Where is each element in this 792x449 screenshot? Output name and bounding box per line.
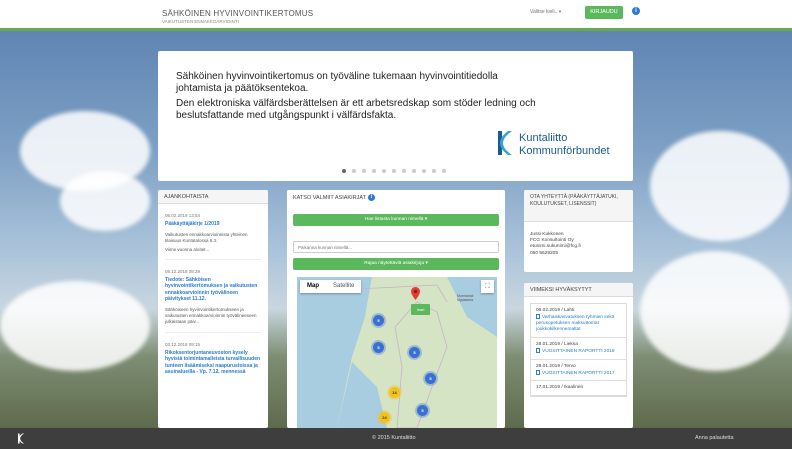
carousel-dot[interactable] — [402, 169, 406, 173]
approved-heading: VIIMEKSI HYVÄKSYTYT — [524, 283, 633, 297]
carousel-dot[interactable] — [422, 169, 426, 173]
approved-document-title: VUOSITTAINEN RAPORTTI 2018 — [542, 348, 615, 354]
satellite-tab[interactable]: Satellite — [326, 280, 361, 293]
news-divider — [165, 258, 261, 260]
news-divider — [165, 331, 261, 333]
map-cluster[interactable]: 5 — [417, 405, 428, 416]
site-subtitle: VAIKUTUSTEN ENNAKKOARVIOINTI — [162, 19, 239, 24]
carousel-indicators — [342, 169, 446, 173]
news-title-link[interactable]: Tiedote: Sähköisen hyvinvointikertomukse… — [165, 277, 261, 303]
login-button[interactable]: KIRJAUDU — [585, 6, 623, 19]
footer: © 2015 Kuntaliitto Anna palautetta — [0, 428, 792, 449]
news-heading: AJANKOHTAISTA — [158, 190, 268, 204]
info-icon[interactable]: i — [632, 7, 640, 15]
carousel-text-finnish: Sähköinen hyvinvointikertomus on työväli… — [176, 71, 498, 94]
news-item: 03.12.2018 09:15 Rikoksentorjuntaneuvost… — [158, 342, 268, 376]
map-cluster[interactable]: 5 — [409, 347, 420, 358]
reports-panel: KATSO VALMIIT ASIAKIRJAT i Hae listasta k… — [287, 190, 505, 428]
carousel-dot[interactable] — [412, 169, 416, 173]
approved-document-title: VUOSITTAINEN RAPORTTI 2017 — [542, 370, 615, 376]
map-cluster[interactable]: 5 — [373, 315, 384, 326]
municipality-map[interactable]: Map Satellite ⛶ Murmansk Мурманск Inari … — [297, 277, 497, 428]
kuntaliitto-logo-icon — [498, 131, 512, 155]
news-item: 05.12.2018 08:29 Tiedote: Sähköisen hyvi… — [158, 269, 268, 333]
reports-heading: KATSO VALMIIT ASIAKIRJAT i — [287, 190, 505, 204]
news-body: Sähköiseen hyvinvointikertomukseen ja va… — [165, 306, 257, 324]
news-title-link[interactable]: Rikoksentorjuntaneuvoston kysely hyvistä… — [165, 350, 261, 376]
carousel-dot[interactable] — [442, 169, 446, 173]
logo-text-sv: Kommunförbundet — [519, 145, 610, 157]
map-cluster[interactable]: 14 — [389, 387, 400, 398]
carousel-dot[interactable] — [382, 169, 386, 173]
map-cluster[interactable]: 5 — [373, 342, 384, 353]
carousel-dot[interactable] — [362, 169, 366, 173]
municipality-search-input[interactable] — [293, 241, 499, 253]
recently-approved-panel: VIIMEKSI HYVÄKSYTYT 06.02.2019 / Lahti V… — [524, 283, 633, 428]
news-excerpt: Viime vuonna aloitet... — [165, 246, 210, 252]
carousel-dot[interactable] — [352, 169, 356, 173]
contact-heading: OTA YHTEYTTÄ (PÄÄKÄYTTÄJATUKI, KOULUTUKS… — [524, 190, 633, 222]
news-date: 05.12.2018 08:29 — [165, 268, 201, 274]
news-body: Vaikutusten ennakkoarvioinnista yhteinen… — [165, 231, 248, 243]
document-icon — [536, 314, 540, 319]
info-icon[interactable]: i — [367, 194, 375, 201]
site-title[interactable]: SÄHKÖINEN HYVINVOINTIKERTOMUS — [162, 9, 313, 18]
news-date: 06.02.2019 13:54 — [165, 213, 201, 218]
footer-copyright: © 2015 Kuntaliitto — [372, 435, 416, 441]
search-by-name-button[interactable]: Hae listasta kunnan nimellä ▾ — [293, 214, 499, 226]
contact-phone: 050 5629205 — [530, 250, 559, 256]
list-item: 17.01.2019 / Ikaalinen — [531, 381, 626, 397]
top-navbar: SÄHKÖINEN HYVINVOINTIKERTOMUS VAIKUTUSTE… — [0, 0, 792, 31]
document-icon — [536, 347, 540, 353]
filter-documents-button[interactable]: Rajaa näytettäviä asiakirjoja ▾ — [293, 258, 499, 270]
feedback-link[interactable]: Anna palautetta — [695, 435, 734, 441]
logo-text-fi: Kuntaliitto — [519, 132, 568, 144]
approved-date: 17.01.2019 / Ikaalinen — [536, 385, 584, 391]
contact-details: Jussi Kukkonen FCG Konsultointi Oy etuni… — [524, 222, 633, 257]
approved-list: 06.02.2019 / Lahti Varhaiskasvatuksen ry… — [530, 303, 627, 398]
carousel-dot[interactable] — [432, 169, 436, 173]
map-type-switch: Map Satellite — [300, 280, 362, 293]
news-item: 06.02.2019 13:54 Pääkäyttäjäkirje 1/2019… — [158, 213, 268, 260]
fullscreen-icon[interactable]: ⛶ — [481, 280, 494, 293]
map-city-label: Murmansk Мурманск — [457, 294, 474, 302]
map-pin-icon[interactable] — [411, 287, 420, 300]
map-cluster[interactable]: 24 — [379, 412, 390, 423]
map-cluster[interactable]: 5 — [425, 373, 436, 384]
kuntaliitto-logo-icon — [18, 433, 24, 444]
carousel-dot[interactable] — [392, 169, 396, 173]
approved-document-title: Varhaiskasvatuksen ryhmien sekä perusope… — [536, 314, 615, 332]
list-item: 28.01.2019 / Tervo VUOSITTAINEN RAPORTTI… — [531, 360, 626, 382]
approved-document-link[interactable]: VUOSITTAINEN RAPORTTI 2017 — [536, 369, 621, 377]
reports-heading-text: KATSO VALMIIT ASIAKIRJAT — [293, 194, 366, 201]
carousel-dot[interactable] — [372, 169, 376, 173]
list-item: 28.01.2019 / Lieksa VUOSITTAINEN RAPORTT… — [531, 338, 626, 360]
document-icon — [536, 369, 540, 375]
intro-carousel: Sähköinen hyvinvointikertomus on työväli… — [158, 51, 633, 181]
contact-panel: OTA YHTEYTTÄ (PÄÄKÄYTTÄJATUKI, KOULUTUKS… — [524, 190, 633, 272]
approved-document-link[interactable]: VUOSITTAINEN RAPORTTI 2018 — [536, 347, 621, 355]
map-tab[interactable]: Map — [300, 280, 326, 293]
approved-document-link[interactable]: Varhaiskasvatuksen ryhmien sekä perusope… — [536, 314, 621, 333]
news-date: 03.12.2018 09:15 — [165, 341, 201, 347]
carousel-text-swedish: Den elektroniska välfärdsberättelsen är … — [176, 98, 536, 121]
language-select[interactable]: Valitse kieli.. ▾ — [530, 9, 561, 15]
news-panel: AJANKOHTAISTA 06.02.2019 13:54 Pääkäyttä… — [158, 190, 268, 428]
news-title-link[interactable]: Pääkäyttäjäkirje 1/2019 — [165, 221, 261, 228]
map-marker-label: Inari — [411, 304, 430, 315]
list-item: 06.02.2019 / Lahti Varhaiskasvatuksen ry… — [531, 304, 626, 338]
carousel-dot[interactable] — [342, 169, 346, 173]
